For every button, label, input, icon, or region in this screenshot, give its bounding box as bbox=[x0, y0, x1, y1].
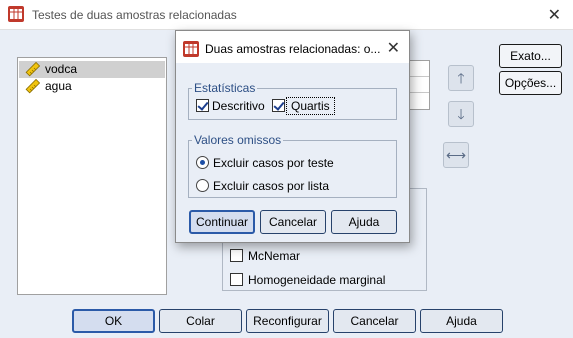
exclude-listwise-label: Excluir casos por lista bbox=[213, 179, 330, 193]
swap-button[interactable]: ⟷ bbox=[443, 142, 469, 168]
radio-dot[interactable] bbox=[196, 179, 209, 192]
checkbox-box[interactable] bbox=[230, 273, 243, 286]
window-title: Testes de duas amostras relacionadas bbox=[32, 8, 237, 22]
paste-button[interactable]: Colar bbox=[159, 309, 242, 333]
quartiles-checkbox[interactable]: Quartis bbox=[272, 97, 335, 115]
marginal-homogeneity-label: Homogeneidade marginal bbox=[248, 273, 386, 287]
checkbox-box[interactable] bbox=[230, 249, 243, 262]
move-up-button[interactable]: 🡑 bbox=[448, 65, 474, 91]
app-icon bbox=[8, 6, 24, 22]
mcnemar-checkbox[interactable]: McNemar bbox=[230, 249, 300, 263]
exclude-by-test-radio[interactable]: Excluir casos por teste bbox=[196, 156, 334, 170]
scale-ruler-icon bbox=[25, 62, 40, 77]
arrow-down-icon: 🡓 bbox=[457, 106, 465, 122]
options-dialog: Duas amostras relacionadas: o... ✕ Estat… bbox=[175, 30, 410, 243]
missing-values-legend: Valores omissos bbox=[192, 133, 284, 147]
source-variable-list[interactable]: vodca agua bbox=[17, 57, 167, 295]
main-titlebar: Testes de duas amostras relacionadas ✕ bbox=[0, 0, 573, 30]
scale-ruler-icon bbox=[25, 79, 40, 94]
radio-dot[interactable] bbox=[196, 156, 209, 169]
cancel-button-label: Cancelar bbox=[350, 314, 399, 328]
mcnemar-label: McNemar bbox=[248, 249, 301, 263]
statistics-legend: Estatísticas bbox=[192, 81, 258, 95]
variable-label: vodca bbox=[45, 62, 78, 76]
move-down-button[interactable]: 🡓 bbox=[448, 101, 474, 127]
dialog-title: Duas amostras relacionadas: o... bbox=[205, 42, 381, 56]
help-button[interactable]: Ajuda bbox=[420, 309, 503, 333]
options-button-label: Opções... bbox=[504, 76, 557, 90]
dialog-help-label: Ajuda bbox=[348, 215, 380, 229]
ok-button[interactable]: OK bbox=[72, 309, 155, 333]
checkbox-box[interactable] bbox=[196, 99, 209, 112]
continue-button[interactable]: Continuar bbox=[189, 210, 255, 234]
descriptive-checkbox[interactable]: Descritivo bbox=[196, 99, 265, 113]
paste-button-label: Colar bbox=[186, 314, 215, 328]
close-icon[interactable]: ✕ bbox=[387, 38, 400, 58]
checkbox-box[interactable] bbox=[272, 99, 285, 112]
options-button[interactable]: Opções... bbox=[499, 71, 562, 95]
dialog-cancel-button[interactable]: Cancelar bbox=[260, 210, 326, 234]
dialog-cancel-label: Cancelar bbox=[268, 215, 318, 229]
exclude-by-test-label: Excluir casos por teste bbox=[213, 156, 334, 170]
list-item[interactable]: vodca bbox=[19, 61, 165, 78]
continue-button-label: Continuar bbox=[195, 215, 249, 229]
app-icon bbox=[183, 41, 199, 57]
descriptive-label: Descritivo bbox=[212, 99, 265, 113]
ok-button-label: OK bbox=[104, 314, 123, 328]
close-icon[interactable]: ✕ bbox=[548, 5, 561, 25]
swap-arrows-icon: ⟷ bbox=[445, 147, 467, 163]
reset-button[interactable]: Reconfigurar bbox=[246, 309, 329, 333]
reset-button-label: Reconfigurar bbox=[253, 314, 322, 328]
variable-label: agua bbox=[45, 79, 72, 93]
cancel-button[interactable]: Cancelar bbox=[333, 309, 416, 333]
marginal-homogeneity-checkbox[interactable]: Homogeneidade marginal bbox=[230, 273, 385, 287]
arrow-up-icon: 🡑 bbox=[457, 70, 465, 86]
dialog-titlebar: Duas amostras relacionadas: o... ✕ bbox=[176, 31, 409, 63]
exclude-listwise-radio[interactable]: Excluir casos por lista bbox=[196, 179, 329, 193]
help-button-label: Ajuda bbox=[446, 314, 477, 328]
list-item[interactable]: agua bbox=[19, 78, 165, 95]
exact-button[interactable]: Exato... bbox=[499, 44, 562, 68]
quartiles-label: Quartis bbox=[286, 97, 335, 115]
exact-button-label: Exato... bbox=[510, 49, 551, 63]
dialog-help-button[interactable]: Ajuda bbox=[331, 210, 397, 234]
